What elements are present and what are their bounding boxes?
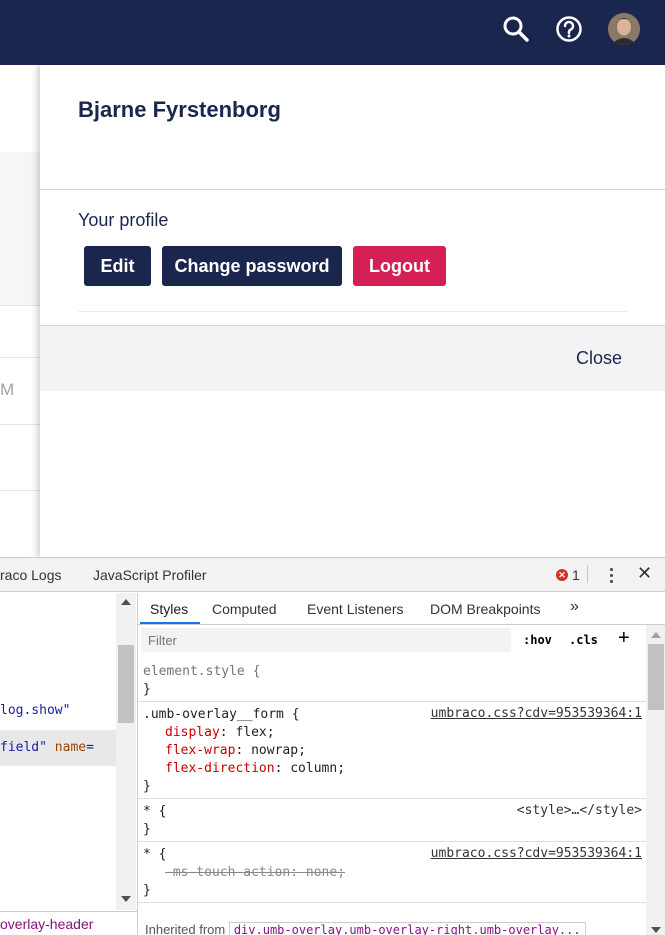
rule-source[interactable]: <style>…</style> [517, 803, 642, 818]
styles-filter-bar: :hov .cls + [138, 625, 646, 659]
overlay-footer: Close [40, 325, 665, 391]
css-declaration-overridden[interactable]: -ms-touch-action: none; [143, 864, 646, 882]
rule-selector: * { [143, 847, 167, 862]
elements-scrollbar[interactable] [116, 593, 136, 910]
rule-selector: .umb-overlay__form { [143, 707, 300, 722]
user-profile-overlay: Bjarne Fyrstenborg Your profile Edit Cha… [40, 65, 665, 557]
top-navigation-bar [0, 0, 665, 65]
change-password-button[interactable]: Change password [162, 246, 342, 286]
error-counter[interactable]: ✕ 1 [556, 567, 580, 583]
rule-selector: element.style { [143, 664, 261, 679]
style-rule[interactable]: .umb-overlay__form { umbraco.css?cdv=953… [138, 702, 646, 799]
rule-selector: * { [143, 804, 167, 819]
tab-event-listeners[interactable]: Event Listeners [307, 601, 404, 617]
background-row-divider [0, 424, 40, 425]
devtools-tab-bar: raco Logs JavaScript Profiler ✕ 1 ✕ [0, 558, 665, 592]
more-options-icon[interactable] [604, 564, 618, 586]
divider [40, 189, 665, 190]
scroll-up-icon[interactable] [651, 632, 661, 638]
section-title: Your profile [78, 210, 169, 230]
css-declaration[interactable]: display: flex; [143, 724, 646, 742]
elements-scrollbar-thumb[interactable] [118, 645, 134, 723]
rule-close-brace: } [143, 822, 151, 837]
close-button[interactable]: Close [576, 348, 622, 369]
scroll-down-icon[interactable] [121, 896, 131, 902]
user-name-heading: Bjarne Fyrstenborg [78, 97, 281, 122]
inherited-from-header: Inherited from div.umb-overlay.umb-overl… [138, 922, 646, 935]
style-rule[interactable]: * { <style>…</style> } [138, 799, 646, 842]
inherited-label: Inherited from [145, 922, 226, 935]
tab-computed[interactable]: Computed [212, 601, 277, 617]
new-style-rule-button[interactable]: + [618, 627, 630, 650]
divider [78, 311, 628, 312]
rule-source-link[interactable]: umbraco.css?cdv=953539364:1 [431, 846, 642, 861]
tab-styles[interactable]: Styles [150, 601, 188, 617]
tab-umbraco-logs[interactable]: raco Logs [0, 567, 61, 583]
dom-breadcrumb[interactable]: overlay-header [0, 911, 137, 935]
css-declaration[interactable]: flex-direction: column; [143, 760, 646, 778]
logout-button[interactable]: Logout [353, 246, 446, 286]
rule-close-brace: } [143, 779, 151, 794]
class-toggle[interactable]: .cls [569, 633, 598, 647]
search-icon[interactable] [499, 12, 533, 46]
background-row-divider [0, 490, 40, 491]
hover-state-toggle[interactable]: :hov [523, 633, 552, 647]
styles-sidebar: Styles Computed Event Listeners DOM Brea… [137, 593, 665, 935]
background-panel [0, 152, 40, 306]
style-rules-list: element.style { } .umb-overlay__form { u… [138, 659, 646, 903]
css-declaration[interactable]: flex-wrap: nowrap; [143, 742, 646, 760]
styles-tab-bar: Styles Computed Event Listeners DOM Brea… [138, 593, 665, 625]
divider [587, 565, 588, 583]
style-rule[interactable]: * { umbraco.css?cdv=953539364:1 -ms-touc… [138, 842, 646, 903]
scroll-up-icon[interactable] [121, 599, 131, 605]
more-tabs-icon[interactable]: » [570, 598, 579, 616]
dom-attribute-fragment[interactable]: log.show" [0, 703, 70, 718]
tab-dom-breakpoints[interactable]: DOM Breakpoints [430, 601, 540, 617]
tab-javascript-profiler[interactable]: JavaScript Profiler [93, 567, 207, 583]
dom-attribute-fragment[interactable]: field" name= [0, 740, 94, 755]
rule-source-link[interactable]: umbraco.css?cdv=953539364:1 [431, 706, 642, 721]
rule-close-brace: } [143, 682, 151, 697]
devtools-panel: raco Logs JavaScript Profiler ✕ 1 ✕ log.… [0, 557, 665, 935]
edit-button[interactable]: Edit [84, 246, 151, 286]
styles-scrollbar-thumb[interactable] [648, 644, 664, 710]
background-content [0, 65, 40, 557]
error-count: 1 [572, 567, 580, 583]
rule-close-brace: } [143, 883, 151, 898]
background-partial-text: M [0, 380, 15, 399]
elements-pane: log.show" field" name= overlay-header [0, 593, 137, 935]
help-icon[interactable] [552, 12, 586, 46]
close-devtools-icon[interactable]: ✕ [637, 563, 652, 584]
scroll-down-icon[interactable] [651, 927, 661, 933]
error-icon: ✕ [556, 569, 568, 581]
style-rule[interactable]: element.style { } [138, 659, 646, 702]
active-tab-indicator [140, 622, 200, 624]
background-row-divider [0, 357, 40, 358]
user-avatar[interactable] [608, 13, 640, 45]
styles-filter-input[interactable] [141, 628, 511, 652]
inherited-node-link[interactable]: div.umb-overlay.umb-overlay-right.umb-ov… [228, 922, 586, 935]
